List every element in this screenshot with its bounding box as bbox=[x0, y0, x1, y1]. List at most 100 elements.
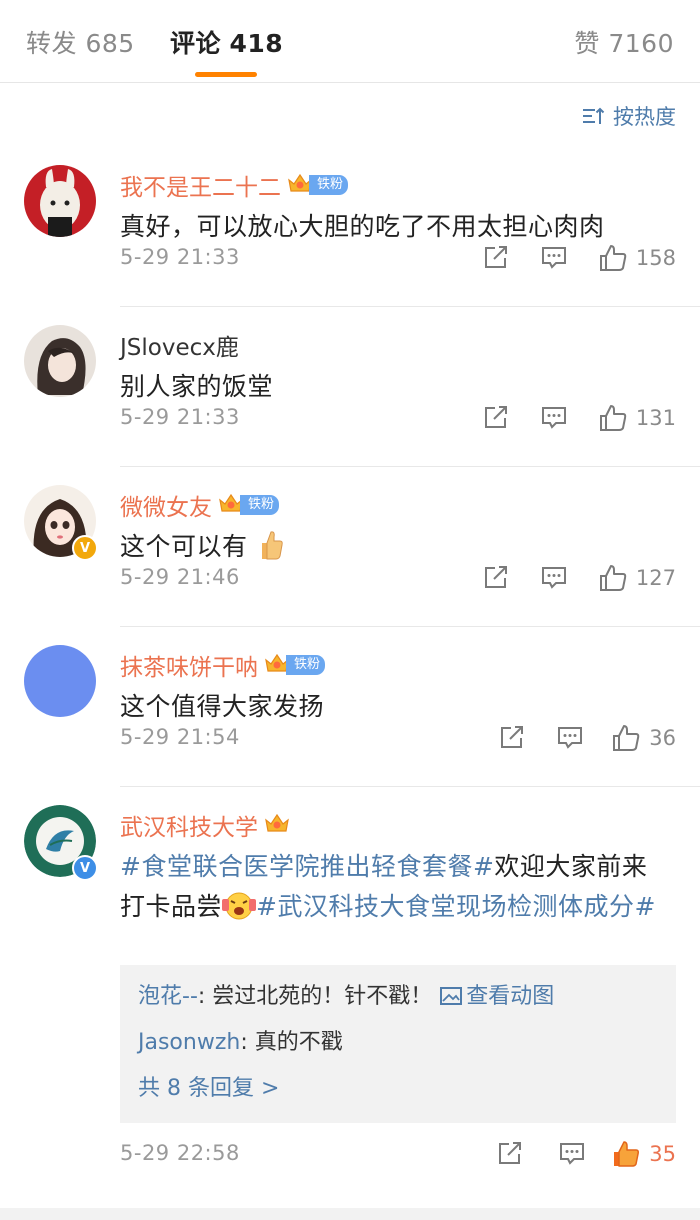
tab-comment[interactable]: 评论 418 bbox=[170, 24, 283, 60]
tab-like-count: 7160 bbox=[608, 29, 674, 58]
excited-face-emoji-icon bbox=[222, 889, 257, 933]
username[interactable]: 微微女友 bbox=[120, 488, 212, 522]
username-row: 抹茶味饼干呐 铁粉 bbox=[120, 648, 326, 682]
comment-meta: 5-29 21:33 158 bbox=[120, 243, 676, 275]
share-icon bbox=[485, 246, 507, 268]
tab-repost-label: 转发 bbox=[26, 29, 78, 58]
share-button[interactable] bbox=[496, 1139, 524, 1167]
comment-icon bbox=[542, 247, 566, 269]
sort-bar: 按热度 bbox=[0, 83, 700, 147]
verified-badge-icon: V bbox=[72, 535, 98, 561]
comment-text: 真好，可以放心大胆的吃了不用太担心肉肉 bbox=[120, 212, 605, 241]
thumbs-up-icon bbox=[599, 565, 627, 591]
more-replies-link[interactable]: 共 8 条回复 > bbox=[138, 1071, 658, 1107]
fan-badge: 铁粉 bbox=[240, 495, 280, 515]
replies-block: 泡花--: 尝过北苑的！针不戳！ 查看动图 Jasonwzh: 真的不戳 共 8… bbox=[120, 965, 676, 1123]
reply-button[interactable] bbox=[540, 243, 568, 271]
crown-icon bbox=[264, 812, 290, 838]
reply-text: : 尝过北苑的！针不戳！ bbox=[197, 984, 433, 1009]
like-button[interactable]: 127 bbox=[598, 563, 676, 593]
comment-item: JSlovecx鹿 别人家的饭堂 5-29 21:33 131 bbox=[0, 307, 700, 467]
fan-badge: 铁粉 bbox=[309, 175, 349, 195]
reply-username[interactable]: 泡花-- bbox=[138, 984, 198, 1009]
comment-meta: 5-29 21:33 131 bbox=[120, 403, 676, 435]
comment-tabs: 转发 685 评论 418 赞 7160 bbox=[0, 0, 700, 83]
username[interactable]: 武汉科技大学 bbox=[120, 808, 258, 842]
sort-label: 按热度 bbox=[613, 105, 676, 129]
reply-item[interactable]: 泡花--: 尝过北苑的！针不戳！ 查看动图 bbox=[138, 979, 658, 1025]
username-row: 我不是王二十二 铁粉 bbox=[120, 168, 349, 202]
username[interactable]: JSlovecx鹿 bbox=[120, 328, 239, 362]
timestamp: 5-29 22:58 bbox=[120, 1141, 240, 1165]
username[interactable]: 抹茶味饼干呐 bbox=[120, 648, 258, 682]
avatar[interactable] bbox=[24, 325, 96, 397]
avatar[interactable] bbox=[24, 165, 96, 237]
image-icon bbox=[440, 987, 463, 1005]
comment-icon bbox=[558, 727, 582, 749]
comment-item: V 微微女友 铁粉 这个可以有 5-29 21:46 127 bbox=[0, 467, 700, 627]
comment-text: 这个值得大家发扬 bbox=[120, 692, 325, 721]
tab-comment-count: 418 bbox=[229, 29, 284, 58]
sort-icon bbox=[583, 107, 605, 124]
thumbs-up-icon bbox=[599, 245, 627, 271]
reply-username[interactable]: Jasonwzh bbox=[138, 1030, 240, 1055]
verified-badge-icon: V bbox=[72, 855, 98, 881]
like-button[interactable]: 158 bbox=[598, 243, 676, 273]
sort-by-hot-button[interactable]: 按热度 bbox=[581, 101, 676, 131]
timestamp: 5-29 21:46 bbox=[120, 565, 240, 589]
share-button[interactable] bbox=[498, 723, 526, 751]
hashtag-link[interactable]: #武汉科技大食堂现场检测体成分# bbox=[256, 892, 656, 921]
timestamp: 5-29 21:54 bbox=[120, 725, 240, 749]
share-icon bbox=[501, 726, 523, 748]
like-count: 35 bbox=[649, 1142, 676, 1166]
comment-icon bbox=[542, 407, 566, 429]
like-button-active[interactable]: 35 bbox=[611, 1139, 676, 1169]
tab-like-label: 赞 bbox=[574, 29, 600, 58]
comment-item: V 武汉科技大学 #食堂联合医学院推出轻食套餐#欢迎大家前来打卡品尝 #武汉科技… bbox=[0, 787, 700, 1203]
username-row: JSlovecx鹿 bbox=[120, 329, 239, 361]
thumbs-up-icon bbox=[613, 725, 640, 751]
username-row: 微微女友 铁粉 bbox=[120, 488, 280, 522]
reply-button[interactable] bbox=[540, 403, 568, 431]
comment-text-body: 这个可以有 bbox=[120, 532, 248, 561]
active-tab-indicator bbox=[195, 72, 257, 77]
tab-repost-count: 685 bbox=[85, 29, 135, 58]
view-gif-link[interactable]: 查看动图 bbox=[440, 984, 554, 1009]
reply-button[interactable] bbox=[556, 723, 584, 751]
like-count: 158 bbox=[635, 246, 676, 270]
reply-text: : 真的不戳 bbox=[240, 1030, 343, 1055]
comment-meta: 5-29 22:58 35 bbox=[120, 1139, 676, 1171]
reply-button[interactable] bbox=[558, 1139, 586, 1167]
username-row: 武汉科技大学 bbox=[120, 809, 290, 841]
fan-badge: 铁粉 bbox=[286, 655, 326, 675]
avatar[interactable] bbox=[24, 645, 96, 717]
thumbs-up-filled-icon bbox=[614, 1141, 640, 1167]
comment-meta: 5-29 21:46 127 bbox=[120, 563, 676, 595]
like-count: 131 bbox=[635, 406, 676, 430]
view-gif-label: 查看动图 bbox=[466, 984, 555, 1009]
comment-icon bbox=[560, 1143, 584, 1165]
share-button[interactable] bbox=[482, 243, 510, 271]
reply-item[interactable]: Jasonwzh: 真的不戳 bbox=[138, 1025, 658, 1071]
thumbs-up-icon bbox=[599, 405, 627, 431]
bottom-separator bbox=[0, 1208, 700, 1220]
comment-item: 我不是王二十二 铁粉 真好，可以放心大胆的吃了不用太担心肉肉 5-29 21:3… bbox=[0, 147, 700, 307]
tab-comment-label: 评论 bbox=[170, 29, 222, 58]
share-icon bbox=[485, 566, 507, 588]
share-icon bbox=[499, 1142, 521, 1164]
tab-like[interactable]: 赞 7160 bbox=[574, 24, 674, 60]
like-button[interactable]: 36 bbox=[611, 723, 676, 753]
comment-item: 抹茶味饼干呐 铁粉 这个值得大家发扬 5-29 21:54 36 bbox=[0, 627, 700, 787]
tab-repost[interactable]: 转发 685 bbox=[26, 24, 135, 60]
username[interactable]: 我不是王二十二 bbox=[120, 168, 281, 202]
like-count: 127 bbox=[635, 566, 676, 590]
like-button[interactable]: 131 bbox=[598, 403, 676, 433]
comment-text: 别人家的饭堂 bbox=[120, 372, 274, 401]
hashtag-link[interactable]: #食堂联合医学院推出轻食套餐# bbox=[120, 852, 494, 881]
share-button[interactable] bbox=[482, 563, 510, 591]
share-button[interactable] bbox=[482, 403, 510, 431]
like-count: 36 bbox=[649, 726, 676, 750]
reply-button[interactable] bbox=[540, 563, 568, 591]
share-icon bbox=[485, 406, 507, 428]
comment-meta: 5-29 21:54 36 bbox=[120, 723, 676, 755]
